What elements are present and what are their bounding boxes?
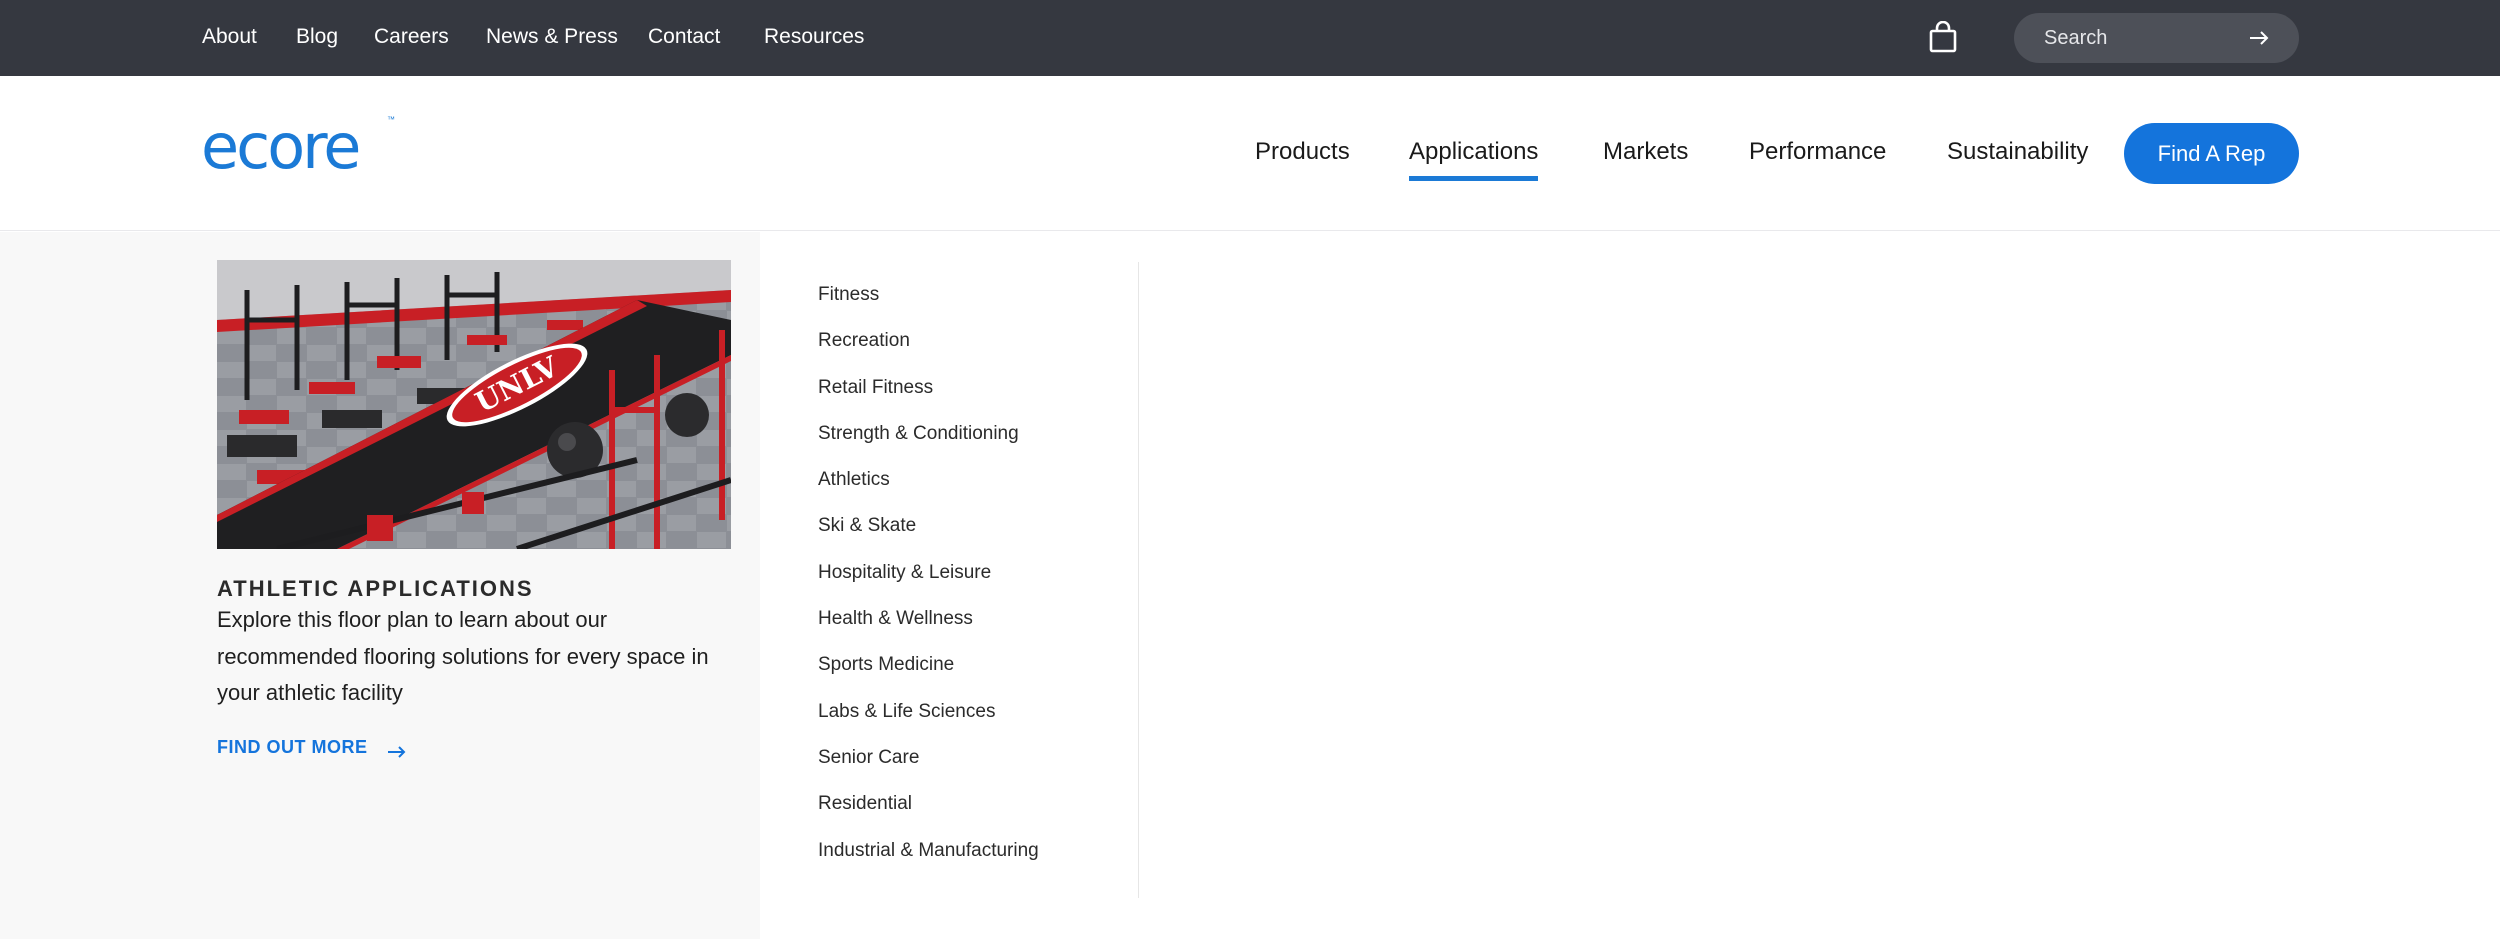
menu-item-athletics[interactable]: Athletics xyxy=(818,470,1039,516)
nav-performance[interactable]: Performance xyxy=(1749,138,1886,166)
menu-item-labs-life-sciences[interactable]: Labs & Life Sciences xyxy=(818,702,1039,748)
menu-item-strength-conditioning[interactable]: Strength & Conditioning xyxy=(818,424,1039,470)
nav-markets[interactable]: Markets xyxy=(1603,138,1688,166)
menu-item-recreation[interactable]: Recreation xyxy=(818,331,1039,377)
arrow-right-icon xyxy=(387,742,407,758)
search-input[interactable] xyxy=(2044,25,2244,51)
find-out-more-link[interactable]: FIND OUT MORE xyxy=(217,737,407,758)
find-a-rep-button[interactable]: Find A Rep xyxy=(2124,123,2299,184)
menu-item-health-wellness[interactable]: Health & Wellness xyxy=(818,609,1039,655)
menu-item-retail-fitness[interactable]: Retail Fitness xyxy=(818,378,1039,424)
search-box xyxy=(2014,13,2299,63)
menu-item-ski-skate[interactable]: Ski & Skate xyxy=(818,516,1039,562)
nav-sustainability[interactable]: Sustainability xyxy=(1947,138,2088,166)
util-link-blog[interactable]: Blog xyxy=(296,25,338,49)
utility-bar: About Blog Careers News & Press Contact … xyxy=(0,0,2500,76)
feature-title: ATHLETIC APPLICATIONS xyxy=(217,576,534,601)
applications-mega-menu: UNLV ATHLETIC APPLICATIONS Explore this … xyxy=(0,232,2500,939)
find-out-more-label: FIND OUT MORE xyxy=(217,737,368,757)
logo-wordmark: ecore xyxy=(201,110,361,183)
ecore-logo[interactable]: ecore ™ xyxy=(201,115,395,178)
feature-panel: UNLV ATHLETIC APPLICATIONS Explore this … xyxy=(0,232,760,939)
shopping-bag-icon[interactable] xyxy=(1928,20,1958,53)
main-header: ecore ™ Products Applications Markets Pe… xyxy=(0,76,2500,231)
feature-description: Explore this floor plan to learn about o… xyxy=(217,607,709,705)
applications-list: Fitness Recreation Retail Fitness Streng… xyxy=(818,285,1039,887)
menu-item-sports-medicine[interactable]: Sports Medicine xyxy=(818,655,1039,701)
nav-applications[interactable]: Applications xyxy=(1409,138,1539,181)
util-link-about[interactable]: About xyxy=(202,25,257,49)
athletic-facility-image[interactable]: UNLV xyxy=(217,260,731,549)
menu-item-industrial-manufacturing[interactable]: Industrial & Manufacturing xyxy=(818,841,1039,887)
trademark-mark: ™ xyxy=(387,115,395,124)
arrow-right-icon[interactable] xyxy=(2248,28,2270,48)
util-link-contact[interactable]: Contact xyxy=(648,25,720,49)
util-link-careers[interactable]: Careers xyxy=(374,25,449,49)
util-link-resources[interactable]: Resources xyxy=(764,25,864,49)
util-link-news-press[interactable]: News & Press xyxy=(486,25,618,49)
menu-item-senior-care[interactable]: Senior Care xyxy=(818,748,1039,794)
menu-item-fitness[interactable]: Fitness xyxy=(818,285,1039,331)
menu-item-residential[interactable]: Residential xyxy=(818,794,1039,840)
menu-item-hospitality-leisure[interactable]: Hospitality & Leisure xyxy=(818,563,1039,609)
nav-products[interactable]: Products xyxy=(1255,138,1350,166)
column-divider xyxy=(1138,262,1139,898)
